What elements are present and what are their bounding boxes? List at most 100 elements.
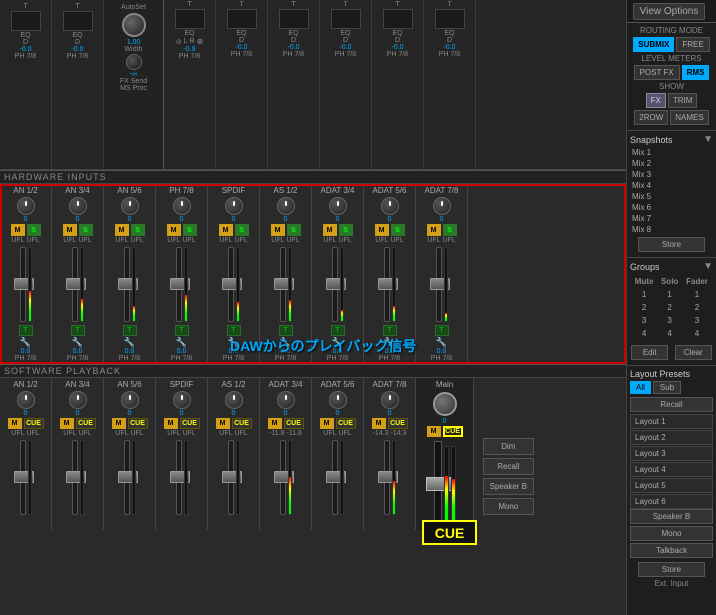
solo-btn-an56[interactable]: S	[131, 224, 145, 236]
eq-block-3[interactable]	[175, 9, 205, 29]
sw-knob-spdif[interactable]	[173, 391, 191, 409]
rms-btn[interactable]: RMS	[682, 65, 710, 80]
fader-an56[interactable]	[105, 244, 154, 324]
sw-knob-as12[interactable]	[225, 391, 243, 409]
edit-btn[interactable]: Edit	[631, 345, 668, 360]
layout-tab-all[interactable]: All	[630, 381, 651, 394]
sw-knob-an56[interactable]	[121, 391, 139, 409]
sw-m-btn-an12[interactable]: M	[8, 418, 22, 429]
solo-btn-an12[interactable]: S	[27, 224, 41, 236]
sw-cue-btn-an34[interactable]: CUE	[76, 418, 96, 429]
solo-btn-adat56[interactable]: S	[391, 224, 405, 236]
sw-cue-btn-as12[interactable]: CUE	[232, 418, 252, 429]
eq-block-1[interactable]	[11, 11, 41, 31]
mute-btn-as12[interactable]: M	[271, 224, 285, 236]
two-row-btn[interactable]: 2ROW	[634, 110, 668, 125]
sw-m-btn-adat78[interactable]: M	[372, 418, 386, 429]
t-btn-adat78[interactable]: T	[435, 325, 449, 336]
eq-block-7[interactable]	[383, 9, 413, 29]
sw-fader-adat78[interactable]	[365, 437, 414, 517]
mute-btn-an34[interactable]: M	[63, 224, 77, 236]
t-btn-an34[interactable]: T	[71, 325, 85, 336]
layout-btn-2[interactable]: Layout 2	[630, 430, 713, 445]
layout-btn-5[interactable]: Layout 5	[630, 478, 713, 493]
sw-cue-btn-main[interactable]: CUE	[443, 426, 463, 437]
speaker-b-btn[interactable]: Speaker B	[483, 478, 534, 495]
layout-btn-1[interactable]: Layout 1	[630, 414, 713, 429]
main-knob[interactable]	[433, 392, 457, 416]
hw-knob-an56[interactable]	[121, 197, 139, 215]
snap-mix5[interactable]: Mix 5	[630, 191, 713, 202]
t-btn-as12[interactable]: T	[279, 325, 293, 336]
sw-knob-adat78[interactable]	[381, 391, 399, 409]
snap-mix2[interactable]: Mix 2	[630, 158, 713, 169]
free-btn[interactable]: FREE	[676, 37, 709, 52]
sw-knob-adat34[interactable]	[277, 391, 295, 409]
sw-fader-adat34[interactable]	[261, 437, 310, 517]
fader-spdif[interactable]	[209, 244, 258, 324]
trim-btn[interactable]: TRIM	[668, 93, 698, 108]
fader-as12[interactable]	[261, 244, 310, 324]
sw-cue-btn-an12[interactable]: CUE	[24, 418, 44, 429]
sw-cue-btn-adat78[interactable]: CUE	[388, 418, 408, 429]
eq-block-8[interactable]	[435, 9, 465, 29]
snapshots-expand-icon[interactable]: ▼	[703, 134, 713, 145]
post-fx-btn[interactable]: POST FX	[634, 65, 680, 80]
talkback-button[interactable]: Talkback	[630, 543, 713, 558]
mute-btn-adat78[interactable]: M	[427, 224, 441, 236]
sw-fader-main[interactable]	[417, 438, 472, 528]
fader-ph78[interactable]	[157, 244, 206, 324]
sw-knob-an12[interactable]	[17, 391, 35, 409]
hw-knob-adat34[interactable]	[329, 197, 347, 215]
sw-m-btn-adat34[interactable]: M	[268, 418, 282, 429]
small-knob[interactable]	[126, 54, 142, 70]
layout-btn-4[interactable]: Layout 4	[630, 462, 713, 477]
eq-block-4[interactable]	[227, 9, 257, 29]
layout-btn-6[interactable]: Layout 6	[630, 494, 713, 509]
snap-mix4[interactable]: Mix 4	[630, 180, 713, 191]
sw-knob-adat56[interactable]	[329, 391, 347, 409]
fader-adat78[interactable]	[417, 244, 466, 324]
snap-mix7[interactable]: Mix 7	[630, 213, 713, 224]
snap-mix1[interactable]: Mix 1	[630, 147, 713, 158]
recall-btn[interactable]: Recall	[483, 458, 534, 475]
mute-btn-spdif[interactable]: M	[219, 224, 233, 236]
speaker-b-button[interactable]: Speaker B	[630, 509, 713, 524]
fader-an34[interactable]	[53, 244, 102, 324]
sw-fader-an56[interactable]	[105, 437, 154, 517]
sw-fader-an12[interactable]	[1, 437, 50, 517]
sw-m-btn-an56[interactable]: M	[112, 418, 126, 429]
sw-m-btn-as12[interactable]: M	[216, 418, 230, 429]
fader-adat34[interactable]	[313, 244, 362, 324]
snap-mix8[interactable]: Mix 8	[630, 224, 713, 235]
width-knob[interactable]	[122, 13, 146, 37]
eq-block-6[interactable]	[331, 9, 361, 29]
solo-btn-as12[interactable]: S	[287, 224, 301, 236]
sw-fader-spdif[interactable]	[157, 437, 206, 517]
mono-button[interactable]: Mono	[630, 526, 713, 541]
sw-cue-btn-adat34[interactable]: CUE	[284, 418, 304, 429]
fader-adat56[interactable]	[365, 244, 414, 324]
fx-btn[interactable]: FX	[646, 93, 666, 108]
solo-btn-adat34[interactable]: S	[339, 224, 353, 236]
mute-btn-an56[interactable]: M	[115, 224, 129, 236]
t-btn-an12[interactable]: T	[19, 325, 33, 336]
recall-button[interactable]: Recall	[630, 397, 713, 412]
layout-tab-sub[interactable]: Sub	[653, 381, 681, 394]
groups-expand-icon[interactable]: ▼	[703, 261, 713, 272]
solo-btn-ph78[interactable]: S	[183, 224, 197, 236]
sw-m-btn-adat56[interactable]: M	[320, 418, 334, 429]
layout-btn-3[interactable]: Layout 3	[630, 446, 713, 461]
t-btn-an56[interactable]: T	[123, 325, 137, 336]
view-options-button[interactable]: View Options	[633, 3, 706, 20]
names-btn[interactable]: NAMES	[670, 110, 708, 125]
t-btn-ph78[interactable]: T	[175, 325, 189, 336]
sw-fader-as12[interactable]	[209, 437, 258, 517]
sw-fader-an34[interactable]	[53, 437, 102, 517]
solo-btn-spdif[interactable]: S	[235, 224, 249, 236]
hw-knob-spdif[interactable]	[225, 197, 243, 215]
sw-m-btn-spdif[interactable]: M	[164, 418, 178, 429]
snap-mix6[interactable]: Mix 6	[630, 202, 713, 213]
hw-knob-adat78[interactable]	[433, 197, 451, 215]
mute-btn-adat56[interactable]: M	[375, 224, 389, 236]
